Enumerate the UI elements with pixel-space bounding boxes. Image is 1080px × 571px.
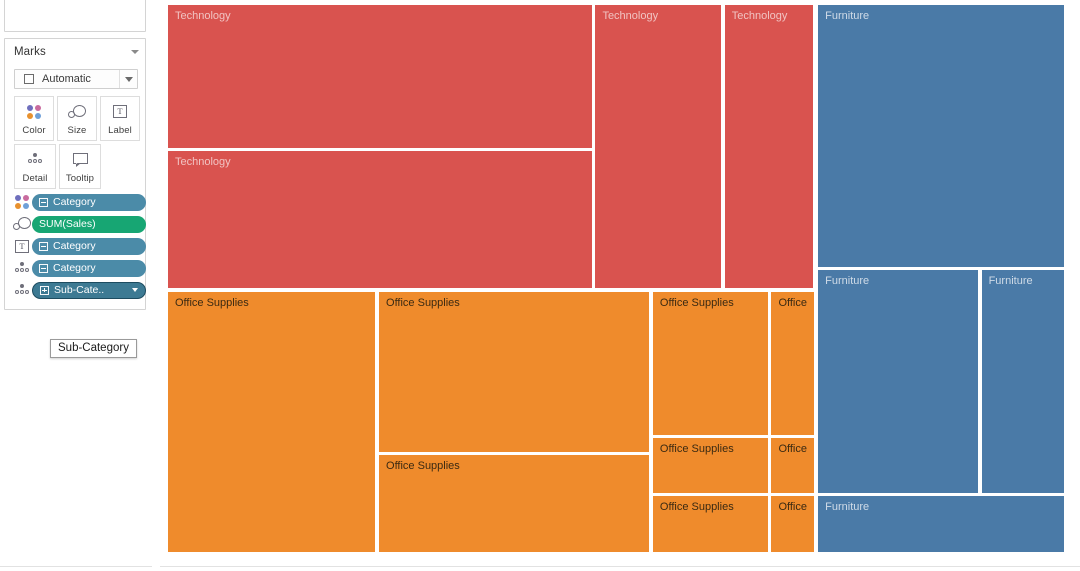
- treemap-tile-label: Furniture: [825, 274, 870, 287]
- tableau-worksheet-screen: Marks Automatic Color Size T Label Detai…: [0, 0, 1080, 571]
- pill-category-color[interactable]: Category: [32, 193, 146, 211]
- color-dots-icon[interactable]: [12, 195, 32, 209]
- size-circles-icon: [68, 102, 86, 122]
- mark-buttons-group: Color Size T Label Detail Tooltip: [14, 96, 140, 189]
- minus-box-icon: [39, 241, 48, 251]
- left-bottom-divider: [0, 566, 152, 567]
- treemap-tile[interactable]: Office Supplies: [651, 290, 769, 437]
- treemap-tile-label: Office: [778, 443, 807, 456]
- label-t-icon[interactable]: T: [12, 239, 32, 253]
- pill-category-label[interactable]: Category: [32, 237, 146, 255]
- marks-card-header[interactable]: Marks: [5, 39, 145, 64]
- detail-button[interactable]: Detail: [14, 144, 56, 189]
- treemap-tile-label: Technology: [602, 10, 659, 22]
- treemap-tile-label: Office: [778, 296, 807, 309]
- pill-sub-category-detail[interactable]: Sub-Cate..: [32, 281, 146, 299]
- chevron-down-icon[interactable]: [132, 288, 138, 292]
- plus-box-icon: [40, 285, 49, 295]
- mark-buttons-row-1: Color Size T Label: [14, 96, 140, 141]
- treemap-tile-label: Office Supplies: [175, 296, 249, 309]
- treemap-tile[interactable]: Furniture: [817, 268, 979, 494]
- marks-card: Marks Automatic Color Size T Label Detai…: [4, 38, 146, 358]
- marks-card-title: Marks: [14, 45, 46, 58]
- treemap-tile-label: Office Supplies: [659, 501, 734, 514]
- shelf-row-size: SUM(Sales): [12, 213, 146, 235]
- color-button[interactable]: Color: [14, 96, 54, 141]
- treemap-tile-label: Office Supplies: [386, 296, 460, 309]
- label-button[interactable]: T Label: [100, 96, 140, 141]
- treemap-tile[interactable]: Office Supplies: [378, 453, 651, 553]
- treemap-tile[interactable]: Office Supplies: [651, 437, 769, 495]
- tooltip-bubble-icon: [72, 150, 88, 170]
- shelf-row-detail-subcategory: Sub-Cate..: [12, 279, 146, 301]
- size-circles-icon[interactable]: [12, 217, 32, 231]
- treemap-tile-label: Furniture: [825, 500, 870, 513]
- sub-category-tooltip: Sub-Category: [50, 339, 137, 358]
- chevron-down-icon[interactable]: [119, 70, 137, 88]
- treemap-tile[interactable]: Office Supplies: [167, 290, 377, 553]
- shelf-row-color: Category: [12, 191, 146, 213]
- square-icon: [24, 74, 34, 84]
- size-button-label: Size: [67, 124, 87, 136]
- treemap-tile-label: Technology: [175, 156, 231, 169]
- treemap-tile-label: Office: [778, 501, 807, 514]
- marks-shelf-list: Category SUM(Sales) T Category Category …: [12, 191, 146, 301]
- tooltip-button[interactable]: Tooltip: [59, 144, 101, 189]
- viz-bottom-divider: [160, 566, 1080, 567]
- treemap-tile-label: Furniture: [988, 274, 1033, 287]
- minus-box-icon: [39, 197, 48, 207]
- pill-label: Category: [53, 262, 96, 274]
- treemap-tile[interactable]: Office: [770, 495, 816, 553]
- minus-box-icon: [39, 263, 48, 273]
- panel-divider: [152, 0, 153, 571]
- color-button-label: Color: [22, 124, 46, 136]
- treemap-tile[interactable]: Office: [770, 290, 816, 437]
- pill-sum-sales-size[interactable]: SUM(Sales): [32, 215, 146, 233]
- pill-label: Category: [53, 240, 96, 252]
- pill-label: Sub-Cate..: [54, 284, 105, 296]
- marks-panel: Marks Automatic Color Size T Label Detai…: [0, 0, 150, 571]
- treemap-tile[interactable]: Technology: [594, 4, 722, 290]
- mark-type-dropdown[interactable]: Automatic: [14, 69, 138, 89]
- treemap-tile[interactable]: Technology: [723, 4, 815, 290]
- shelf-row-label: T Category: [12, 235, 146, 257]
- treemap-tile[interactable]: Office Supplies: [378, 290, 651, 453]
- treemap-plot[interactable]: Technology Technology Technology Technology…: [167, 4, 1065, 553]
- treemap-tile[interactable]: Office Supplies: [651, 495, 769, 553]
- filters-card-partial: [4, 0, 146, 32]
- treemap-tile-label: Office Supplies: [659, 296, 734, 309]
- detail-dots-icon: [27, 150, 43, 170]
- pill-label: SUM(Sales): [39, 218, 96, 230]
- treemap-viz-pane[interactable]: Technology Technology Technology Technology…: [160, 0, 1080, 571]
- treemap-tile-label: Technology: [731, 10, 788, 22]
- detail-dots-icon[interactable]: [12, 283, 32, 297]
- mark-type-label: Automatic: [42, 73, 91, 85]
- shelf-row-detail-category: Category: [12, 257, 146, 279]
- tooltip-button-label: Tooltip: [65, 172, 95, 184]
- mark-buttons-row-2: Detail Tooltip: [14, 144, 140, 189]
- size-button[interactable]: Size: [57, 96, 97, 141]
- treemap-tile-label: Office Supplies: [386, 459, 460, 472]
- chevron-down-icon[interactable]: [131, 49, 139, 54]
- treemap-tile[interactable]: Furniture: [817, 494, 1065, 553]
- detail-dots-icon[interactable]: [12, 261, 32, 275]
- pill-label: Category: [53, 196, 96, 208]
- treemap-tile-label: Office Supplies: [659, 443, 734, 456]
- treemap-tile[interactable]: Technology: [167, 4, 593, 149]
- treemap-tile[interactable]: Technology: [167, 150, 593, 290]
- treemap-tile[interactable]: Furniture: [980, 268, 1065, 494]
- color-dots-icon: [27, 102, 41, 122]
- label-button-label: Label: [108, 124, 132, 136]
- treemap-tile-label: Furniture: [825, 10, 870, 22]
- detail-button-label: Detail: [22, 172, 48, 184]
- label-t-icon: T: [113, 102, 127, 122]
- treemap-tile[interactable]: Office: [770, 437, 816, 495]
- treemap-tile[interactable]: Furniture: [817, 4, 1065, 268]
- pill-category-detail[interactable]: Category: [32, 259, 146, 277]
- treemap-tile-label: Technology: [175, 10, 231, 22]
